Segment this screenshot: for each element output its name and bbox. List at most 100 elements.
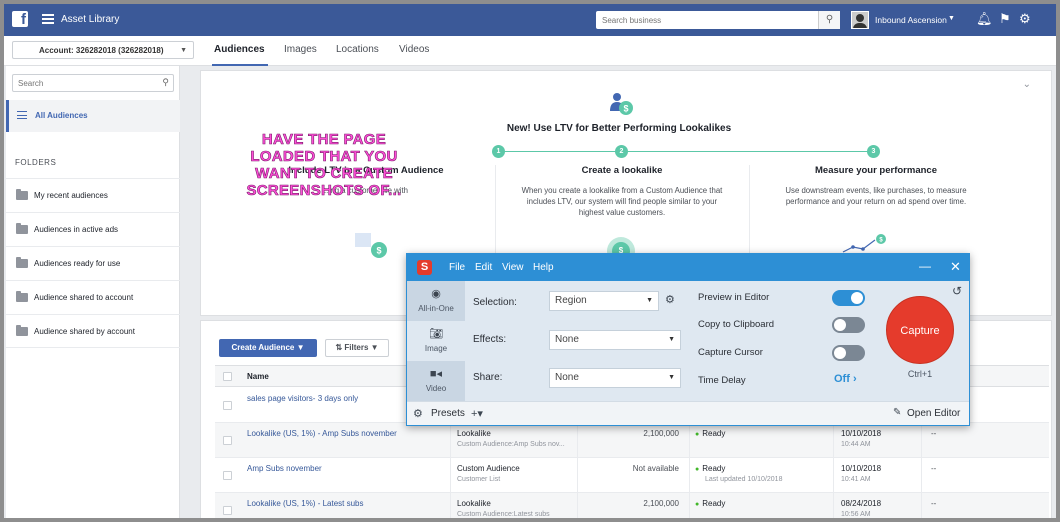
audience-type: Lookalike: [457, 499, 491, 508]
folders-heading: FOLDERS: [15, 158, 57, 167]
mode-all-in-one[interactable]: ◉ All-in-One: [407, 281, 465, 321]
minimize-icon[interactable]: —: [919, 259, 931, 273]
user-menu-caret-icon[interactable]: ▼: [948, 15, 955, 22]
row-checkbox[interactable]: [223, 471, 232, 480]
sidebar-folder-active-ads[interactable]: Audiences in active ads: [6, 212, 180, 246]
app-logo-icon: S: [417, 260, 432, 275]
capture-cursor-toggle[interactable]: [832, 345, 865, 361]
empty-value: --: [931, 499, 937, 508]
active-tab-indicator: [212, 64, 268, 66]
table-row[interactable]: Amp Subs november Custom Audience Custom…: [215, 458, 1049, 493]
step-title: Create a lookalike: [581, 165, 663, 176]
table-row[interactable]: Lookalike (US, 1%) - Amp Subs november L…: [215, 423, 1049, 458]
menu-help[interactable]: Help: [533, 262, 554, 273]
divider: [833, 458, 834, 493]
sidebar-folder-shared-by[interactable]: Audience shared by account: [6, 314, 180, 348]
search-icon[interactable]: ⚲: [818, 11, 840, 29]
tab-images[interactable]: Images: [284, 44, 317, 55]
folder-label: Audiences ready for use: [34, 259, 121, 268]
account-selector[interactable]: Account: 326282018 (326282018) ▼: [12, 41, 194, 59]
search-icon[interactable]: ⚲: [162, 77, 169, 88]
sidebar-folder-recent[interactable]: My recent audiences: [6, 178, 180, 212]
mode-label: Video: [425, 384, 447, 393]
table-row[interactable]: Lookalike (US, 1%) - Latest subs Lookali…: [215, 493, 1049, 518]
row-checkbox[interactable]: [223, 506, 232, 515]
select-all-checkbox[interactable]: [223, 372, 232, 381]
user-name[interactable]: Inbound Ascension: [875, 15, 947, 25]
effects-dropdown[interactable]: None ▼: [549, 330, 681, 350]
step-description: When you create a lookalike from a Custo…: [521, 186, 723, 217]
audience-size: Not available: [632, 464, 679, 473]
presets-gear-icon[interactable]: ⚙: [413, 407, 423, 420]
menu-edit[interactable]: Edit: [475, 262, 492, 273]
collapse-chevron-icon[interactable]: ⌄: [1023, 79, 1031, 90]
audience-name-link[interactable]: Amp Subs november: [247, 464, 322, 473]
selection-settings-gear-icon[interactable]: ⚙: [665, 293, 675, 306]
presets-button[interactable]: Presets: [431, 408, 465, 419]
add-preset-icon[interactable]: +▾: [471, 407, 483, 420]
time-created: 10:56 AM: [841, 511, 871, 518]
sidebar-search-input[interactable]: [13, 75, 153, 91]
divider: [921, 423, 922, 458]
audience-name-link[interactable]: Lookalike (US, 1%) - Latest subs: [247, 499, 364, 508]
time-delay-value[interactable]: Off ›: [834, 373, 857, 385]
business-search: ⚲: [596, 11, 840, 29]
hamburger-menu-icon[interactable]: [42, 14, 54, 24]
divider: [577, 423, 578, 458]
share-value: None: [555, 372, 579, 383]
chevron-down-icon: ▼: [668, 374, 675, 381]
account-selector-label: Account: 326282018 (326282018): [39, 46, 164, 55]
tab-videos[interactable]: Videos: [399, 44, 429, 55]
share-dropdown[interactable]: None ▼: [549, 368, 681, 388]
column-header-name[interactable]: Name: [247, 372, 269, 381]
capture-footer: ⚙ Presets +▾ ✎ Open Editor: [407, 401, 969, 425]
capture-title-bar[interactable]: S File Edit View Help — ✕: [407, 254, 969, 281]
mode-label: Image: [424, 344, 448, 353]
selection-dropdown[interactable]: Region ▼: [549, 291, 659, 311]
svg-text:$: $: [623, 104, 628, 114]
time-created: 10:44 AM: [841, 441, 871, 448]
mode-video[interactable]: ■◂ Video: [407, 361, 465, 401]
folder-label: Audience shared by account: [34, 327, 135, 336]
menu-view[interactable]: View: [502, 262, 524, 273]
close-icon[interactable]: ✕: [950, 259, 961, 275]
flag-icon[interactable]: ⚑: [999, 12, 1011, 26]
capture-button[interactable]: Capture: [886, 296, 954, 364]
sidebar-search: ⚲: [12, 74, 174, 92]
preview-in-editor-toggle[interactable]: [832, 290, 865, 306]
open-editor-button[interactable]: Open Editor: [907, 408, 960, 419]
menu-file[interactable]: File: [449, 262, 465, 273]
top-bar: f Asset Library ⚲ Inbound Ascension ▼ 🔔︎…: [4, 4, 1056, 36]
time-delay-label: Time Delay: [698, 375, 746, 386]
mode-image[interactable]: 📷︎ Image: [407, 321, 465, 361]
facebook-logo-icon[interactable]: f: [12, 11, 28, 27]
audience-source: Custom Audience:Latest subs: [457, 511, 550, 518]
copy-to-clipboard-toggle[interactable]: [832, 317, 865, 333]
filters-button[interactable]: ⇅ Filters ▼: [325, 339, 389, 357]
capture-options: ◉ All-in-One 📷︎ Image ■◂ Video Selection…: [407, 281, 969, 401]
sidebar-item-all-audiences[interactable]: All Audiences: [6, 100, 180, 132]
notifications-bell-icon[interactable]: 🔔︎: [976, 12, 993, 26]
divider: [450, 493, 451, 518]
effects-label: Effects:: [473, 334, 507, 345]
divider: [495, 165, 496, 253]
audience-size: 2,100,000: [643, 429, 679, 438]
record-dot-icon: ◉: [431, 288, 441, 300]
create-audience-button[interactable]: Create Audience ▼: [219, 339, 317, 357]
svg-text:$: $: [619, 246, 624, 253]
sidebar-folder-ready[interactable]: Audiences ready for use: [6, 246, 180, 280]
business-search-input[interactable]: [596, 11, 818, 29]
empty-value: --: [931, 429, 937, 438]
audience-name-link[interactable]: Lookalike (US, 1%) - Amp Subs november: [247, 429, 397, 438]
sidebar-folder-shared-to[interactable]: Audience shared to account: [6, 280, 180, 314]
row-checkbox[interactable]: [223, 401, 232, 410]
settings-gear-icon[interactable]: ⚙: [1019, 12, 1031, 26]
tab-locations[interactable]: Locations: [336, 44, 379, 55]
tab-audiences[interactable]: Audiences: [214, 44, 265, 55]
avatar[interactable]: [851, 11, 869, 29]
audience-name-link[interactable]: sales page visitors- 3 days only: [247, 394, 358, 403]
row-checkbox[interactable]: [223, 436, 232, 445]
divider: [921, 458, 922, 493]
reset-icon[interactable]: ↺: [952, 284, 962, 298]
account-bar: Account: 326282018 (326282018) ▼ Audienc…: [4, 36, 1056, 66]
